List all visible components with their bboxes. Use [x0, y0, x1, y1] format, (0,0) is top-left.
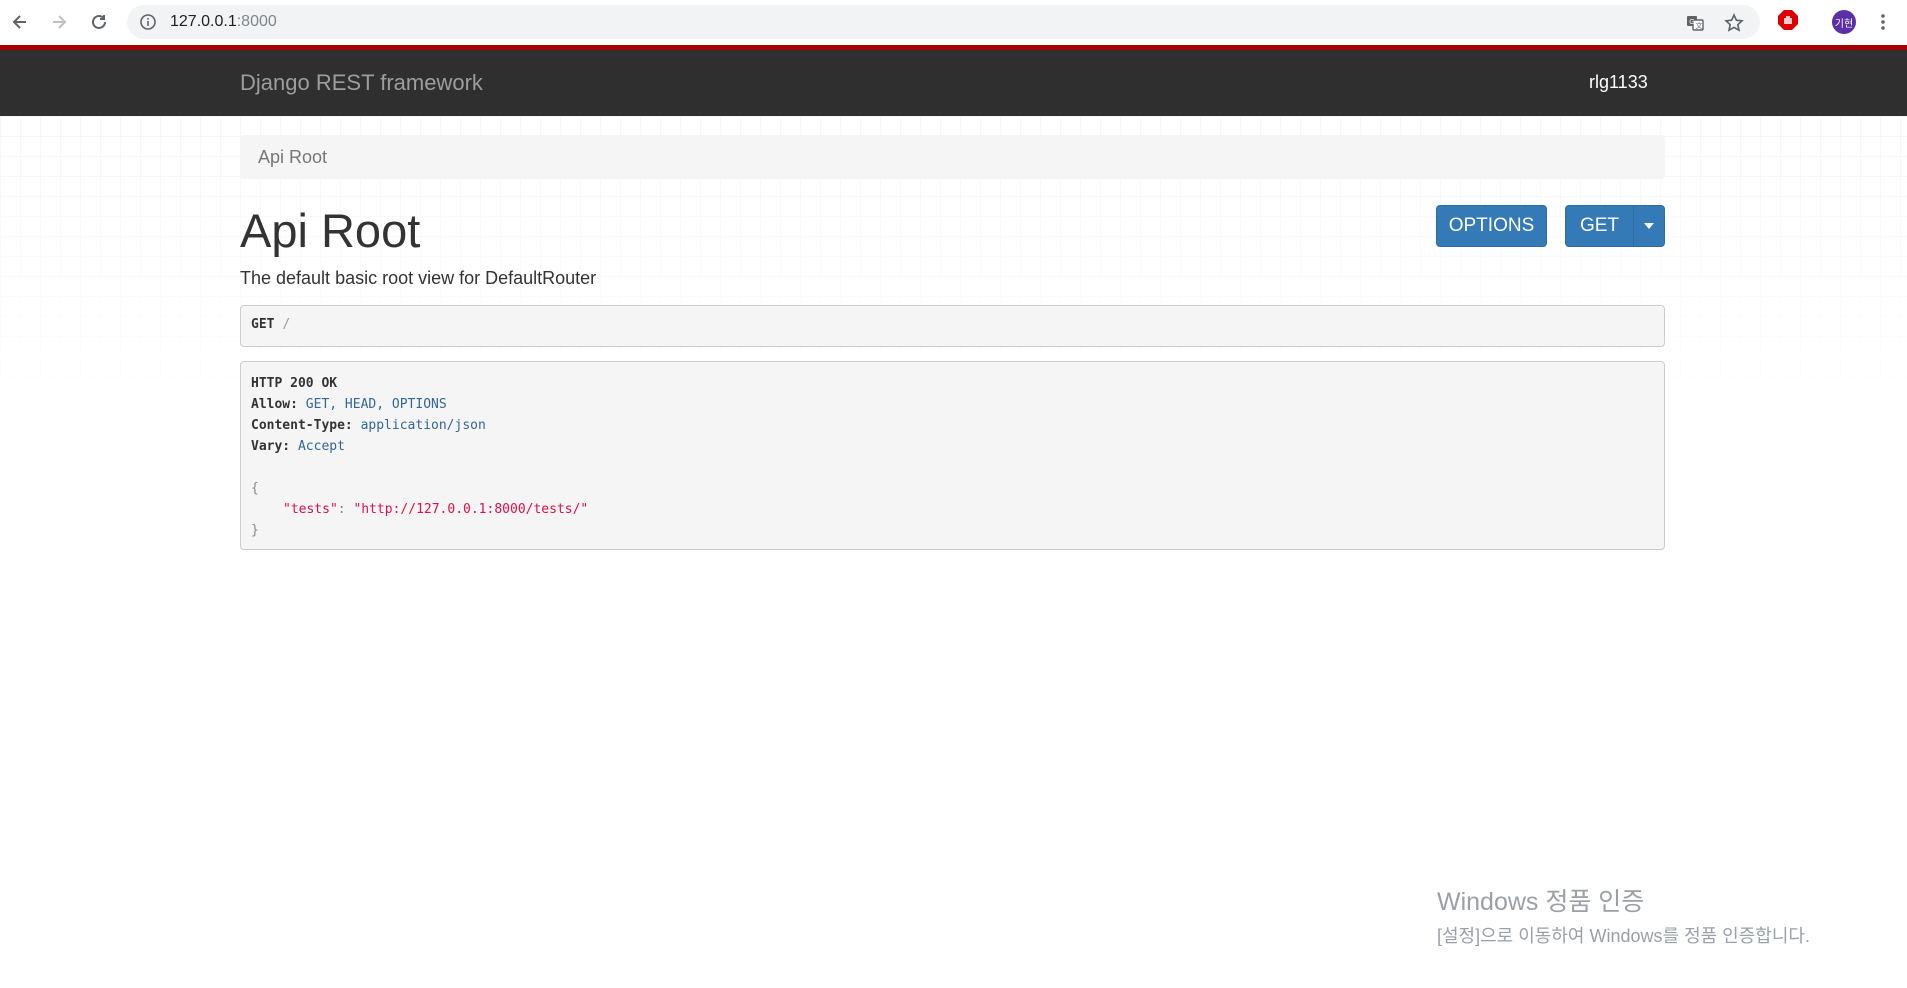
page-title: Api Root	[240, 204, 421, 257]
header-value: application/json	[360, 418, 486, 433]
watermark-title: Windows 정품 인증	[1437, 888, 1645, 916]
translate-icon[interactable]: G文	[1685, 13, 1705, 33]
navbar: Django REST framework rlg1133	[0, 50, 1907, 116]
request-method: GET	[251, 317, 275, 332]
get-button[interactable]: GET	[1565, 205, 1634, 247]
json-key: "tests"	[283, 502, 338, 517]
header-key: Content-Type:	[251, 418, 353, 433]
request-info: GET /	[240, 305, 1665, 347]
watermark-subtitle: [설정]으로 이동하여 Windows를 정품 인증합니다.	[1437, 926, 1810, 946]
breadcrumb: Api Root	[240, 135, 1665, 179]
header-value: Accept	[297, 439, 345, 454]
back-arrow-icon[interactable]	[8, 10, 32, 34]
caret-down-icon	[1644, 223, 1654, 229]
response-header: Allow: GET, HEAD, OPTIONS	[251, 394, 1654, 415]
url-text: 127.0.0.1:8000	[170, 13, 277, 31]
json-open-brace: {	[251, 481, 259, 496]
response-header: Content-Type: application/json	[251, 415, 1654, 436]
info-icon[interactable]	[139, 13, 157, 31]
svg-text:G: G	[1689, 19, 1694, 26]
response-header: Vary: Accept	[251, 436, 1654, 457]
browser-toolbar: 127.0.0.1:8000 G文 기현	[0, 0, 1907, 45]
address-bar[interactable]: 127.0.0.1:8000 G文	[127, 5, 1760, 39]
json-close-brace: }	[251, 523, 259, 538]
get-format-dropdown-button[interactable]	[1633, 205, 1665, 247]
reload-icon[interactable]	[87, 10, 111, 34]
response-status: HTTP 200 OK	[251, 376, 338, 391]
brand-link[interactable]: Django REST framework	[240, 70, 483, 96]
page-description: The default basic root view for DefaultR…	[240, 268, 597, 288]
url-host: 127.0.0.1	[170, 13, 237, 30]
breadcrumb-item[interactable]: Api Root	[258, 147, 327, 167]
options-button[interactable]: OPTIONS	[1436, 205, 1547, 247]
user-menu[interactable]: rlg1133	[1589, 72, 1648, 93]
windows-activation-watermark: Windows 정품 인증 [설정]으로 이동하여 Windows를 정품 인증…	[1437, 882, 1810, 948]
adblock-hand-icon[interactable]	[1777, 9, 1799, 31]
header-key: Vary:	[251, 439, 291, 454]
url-port: :8000	[236, 13, 277, 30]
json-colon: :	[337, 502, 346, 517]
request-path: /	[282, 317, 291, 332]
profile-avatar[interactable]: 기현	[1832, 10, 1856, 34]
svg-text:文: 文	[1696, 21, 1703, 30]
response-info: HTTP 200 OK Allow: GET, HEAD, OPTIONS Co…	[240, 361, 1665, 550]
header-value: GET, HEAD, OPTIONS	[305, 397, 447, 412]
header-key: Allow:	[251, 397, 298, 412]
bookmark-star-icon[interactable]	[1724, 13, 1744, 33]
forward-arrow-icon[interactable]	[47, 10, 71, 34]
browser-menu-icon[interactable]	[1875, 11, 1891, 33]
json-entry: "tests": "http://127.0.0.1:8000/tests/"	[251, 499, 1654, 520]
json-link-value[interactable]: "http://127.0.0.1:8000/tests/"	[353, 502, 588, 517]
